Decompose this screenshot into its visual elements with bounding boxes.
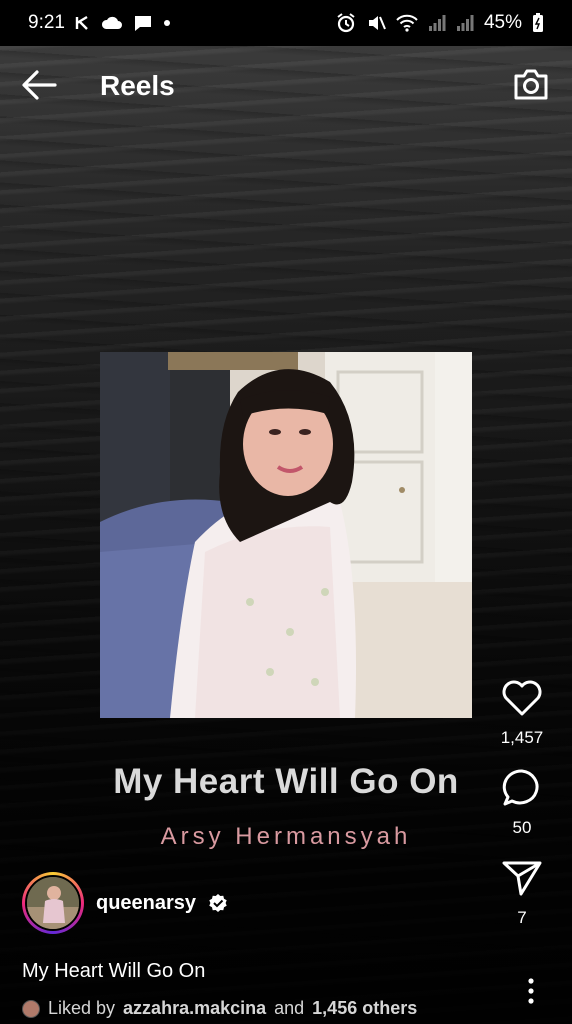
author-avatar[interactable] — [22, 872, 84, 934]
dot-icon — [163, 20, 170, 26]
status-time: 9:21 — [28, 12, 65, 33]
mute-icon — [368, 16, 386, 30]
signal-icon — [428, 15, 446, 31]
liked-by-user[interactable]: azzahra.makcina — [123, 998, 266, 1019]
song-title: My Heart Will Go On — [113, 762, 459, 801]
reel-caption[interactable]: My Heart Will Go On — [22, 960, 205, 983]
send-icon[interactable] — [500, 856, 544, 900]
wifi-icon — [396, 14, 418, 32]
comment-action: 50 — [500, 766, 544, 838]
page-title: Reels — [100, 70, 175, 101]
comment-count[interactable]: 50 — [513, 818, 532, 838]
artist-name: Arsy Hermansyah — [160, 823, 412, 850]
share-action: 7 — [500, 856, 544, 928]
author-row: queenarsy — [22, 872, 228, 934]
more-options-icon[interactable] — [522, 976, 540, 1006]
like-action: 1,457 — [500, 676, 544, 748]
author-username[interactable]: queenarsy — [96, 892, 196, 915]
liker-avatar — [22, 999, 40, 1018]
action-rail: 1,457 50 7 — [492, 676, 552, 946]
camera-icon[interactable] — [512, 66, 550, 102]
k-app-icon — [75, 15, 88, 30]
liked-by-row[interactable]: Liked by azzahra.makcina and 1,456 other… — [22, 998, 417, 1019]
top-app-bar: Reels — [0, 46, 572, 124]
alarm-icon — [337, 13, 355, 33]
comment-icon[interactable] — [500, 766, 544, 810]
share-count[interactable]: 7 — [517, 908, 526, 928]
battery-percent: 45% — [483, 12, 522, 33]
liked-by-and: and — [274, 998, 305, 1018]
cloud-icon — [101, 16, 122, 29]
liked-by-prefix: Liked by — [48, 998, 116, 1018]
verified-badge-icon — [209, 894, 227, 912]
status-bar: 9:21 45% — [0, 0, 572, 46]
battery-icon — [533, 13, 543, 32]
liked-by-others[interactable]: 1,456 others — [312, 998, 417, 1019]
message-icon — [134, 16, 151, 31]
signal-icon — [456, 15, 474, 31]
heart-icon[interactable] — [500, 676, 544, 720]
like-count[interactable]: 1,457 — [501, 728, 544, 748]
reel-cover-photo — [100, 352, 472, 718]
arrow-left-icon[interactable] — [20, 68, 58, 102]
